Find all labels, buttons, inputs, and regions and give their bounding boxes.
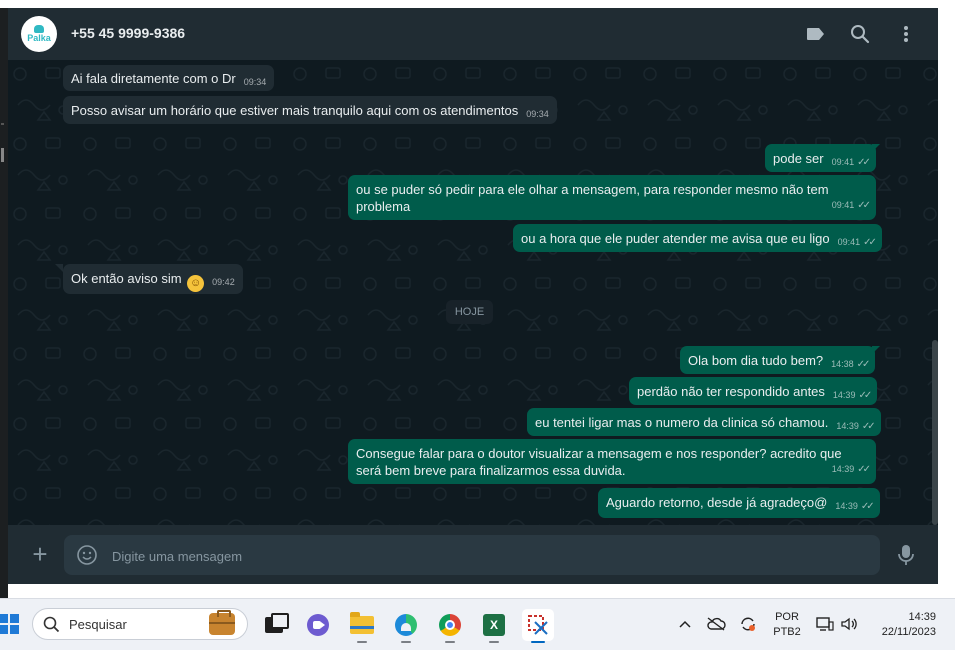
double-check-icon: ✓✓ <box>856 359 871 370</box>
taskbar-search[interactable]: Pesquisar <box>32 608 248 640</box>
chevron-up-icon[interactable] <box>674 613 696 635</box>
double-check-icon: ✓✓ <box>861 421 876 432</box>
search-label: Pesquisar <box>69 617 127 632</box>
label-icon[interactable] <box>804 22 828 46</box>
double-check-icon: ✓✓ <box>858 390 872 401</box>
system-clock[interactable]: 14:39 22/11/2023 <box>868 610 936 640</box>
language-code: POR <box>775 611 799 623</box>
snipping-tool-icon[interactable] <box>522 609 554 643</box>
attach-plus-icon[interactable]: + <box>28 541 52 567</box>
bubble-tail <box>55 264 63 272</box>
double-check-icon: ✓✓ <box>857 157 871 168</box>
background-window-edge <box>0 8 8 598</box>
excel-icon[interactable]: X <box>478 609 510 643</box>
message-outgoing[interactable]: Consegue falar para o doutor visualizar … <box>348 439 876 484</box>
contact-name[interactable]: +55 45 9999-9386 <box>71 25 185 41</box>
volume-icon[interactable] <box>838 613 860 635</box>
chat-scrollbar[interactable] <box>932 340 938 525</box>
emoji-icon[interactable] <box>76 544 98 566</box>
sync-icon[interactable] <box>737 613 759 635</box>
message-incoming[interactable]: Ai fala diretamente com o Dr 09:34 <box>63 65 275 91</box>
message-outgoing[interactable]: ou se puder só pedir para ele olhar a me… <box>348 175 876 220</box>
chrome-browser-icon[interactable] <box>434 609 466 643</box>
top-edge <box>0 0 955 8</box>
windows-start-icon[interactable] <box>0 613 20 635</box>
search-icon <box>43 616 60 633</box>
teams-chat-icon[interactable] <box>302 609 334 641</box>
chat-header: Palka +55 45 9999-9386 <box>8 8 938 60</box>
keyboard-layout: PTB2 <box>773 626 801 638</box>
chat-area[interactable]: Ai fala diretamente com o Dr 09:34 Posso … <box>8 60 938 525</box>
message-outgoing[interactable]: perdão não ter respondido antes 14:39 ✓✓ <box>629 377 878 405</box>
file-explorer-icon[interactable] <box>346 609 378 643</box>
edge-browser-icon[interactable] <box>390 609 422 643</box>
double-check-icon: ✓✓ <box>863 237 877 248</box>
message-input-box[interactable] <box>64 535 880 575</box>
relieved-face-emoji: ☺ <box>187 275 205 292</box>
double-check-icon: ✓✓ <box>857 464 871 475</box>
message-incoming[interactable]: Ok então aviso sim ☺ 09:42 <box>63 264 243 294</box>
microphone-icon[interactable] <box>896 543 916 567</box>
desktop-edge <box>938 8 955 598</box>
whatsapp-window: Palka +55 45 9999-9386 Ai fala diretamen… <box>8 8 938 584</box>
double-check-icon: ✓✓ <box>857 200 871 211</box>
search-icon[interactable] <box>848 22 872 46</box>
network-icon[interactable] <box>814 613 836 635</box>
cloud-offline-icon[interactable] <box>705 613 727 635</box>
message-composer: + <box>8 525 938 584</box>
message-outgoing[interactable]: Ola bom dia tudo bem? 14:38 ✓✓ <box>680 346 876 374</box>
message-input[interactable] <box>110 544 854 568</box>
avatar[interactable]: Palka <box>21 16 57 52</box>
message-outgoing[interactable]: pode ser 09:41 ✓✓ <box>765 144 876 172</box>
message-outgoing[interactable]: ou a hora que ele puder atender me avisa… <box>513 224 882 252</box>
briefcase-icon <box>209 610 235 635</box>
message-outgoing[interactable]: Aguardo retorno, desde já agradeço@ 14:39… <box>598 488 880 518</box>
language-indicator[interactable]: POR PTB2 <box>770 610 804 640</box>
clock-date: 22/11/2023 <box>881 626 936 638</box>
message-incoming[interactable]: Posso avisar um horário que estiver mais… <box>63 96 557 124</box>
clock-time: 14:39 <box>908 611 936 623</box>
message-outgoing[interactable]: eu tentei ligar mas o numero da clinica … <box>527 408 881 436</box>
task-view-icon[interactable] <box>258 609 290 641</box>
date-divider: HOJE <box>446 300 493 324</box>
tooth-logo-icon <box>34 25 44 33</box>
double-check-icon: ✓✓ <box>860 501 875 512</box>
avatar-brand: Palka <box>27 33 51 43</box>
windows-taskbar: Pesquisar X POR PTB2 14:39 22/11/2023 <box>0 598 955 650</box>
menu-icon[interactable] <box>894 22 918 46</box>
